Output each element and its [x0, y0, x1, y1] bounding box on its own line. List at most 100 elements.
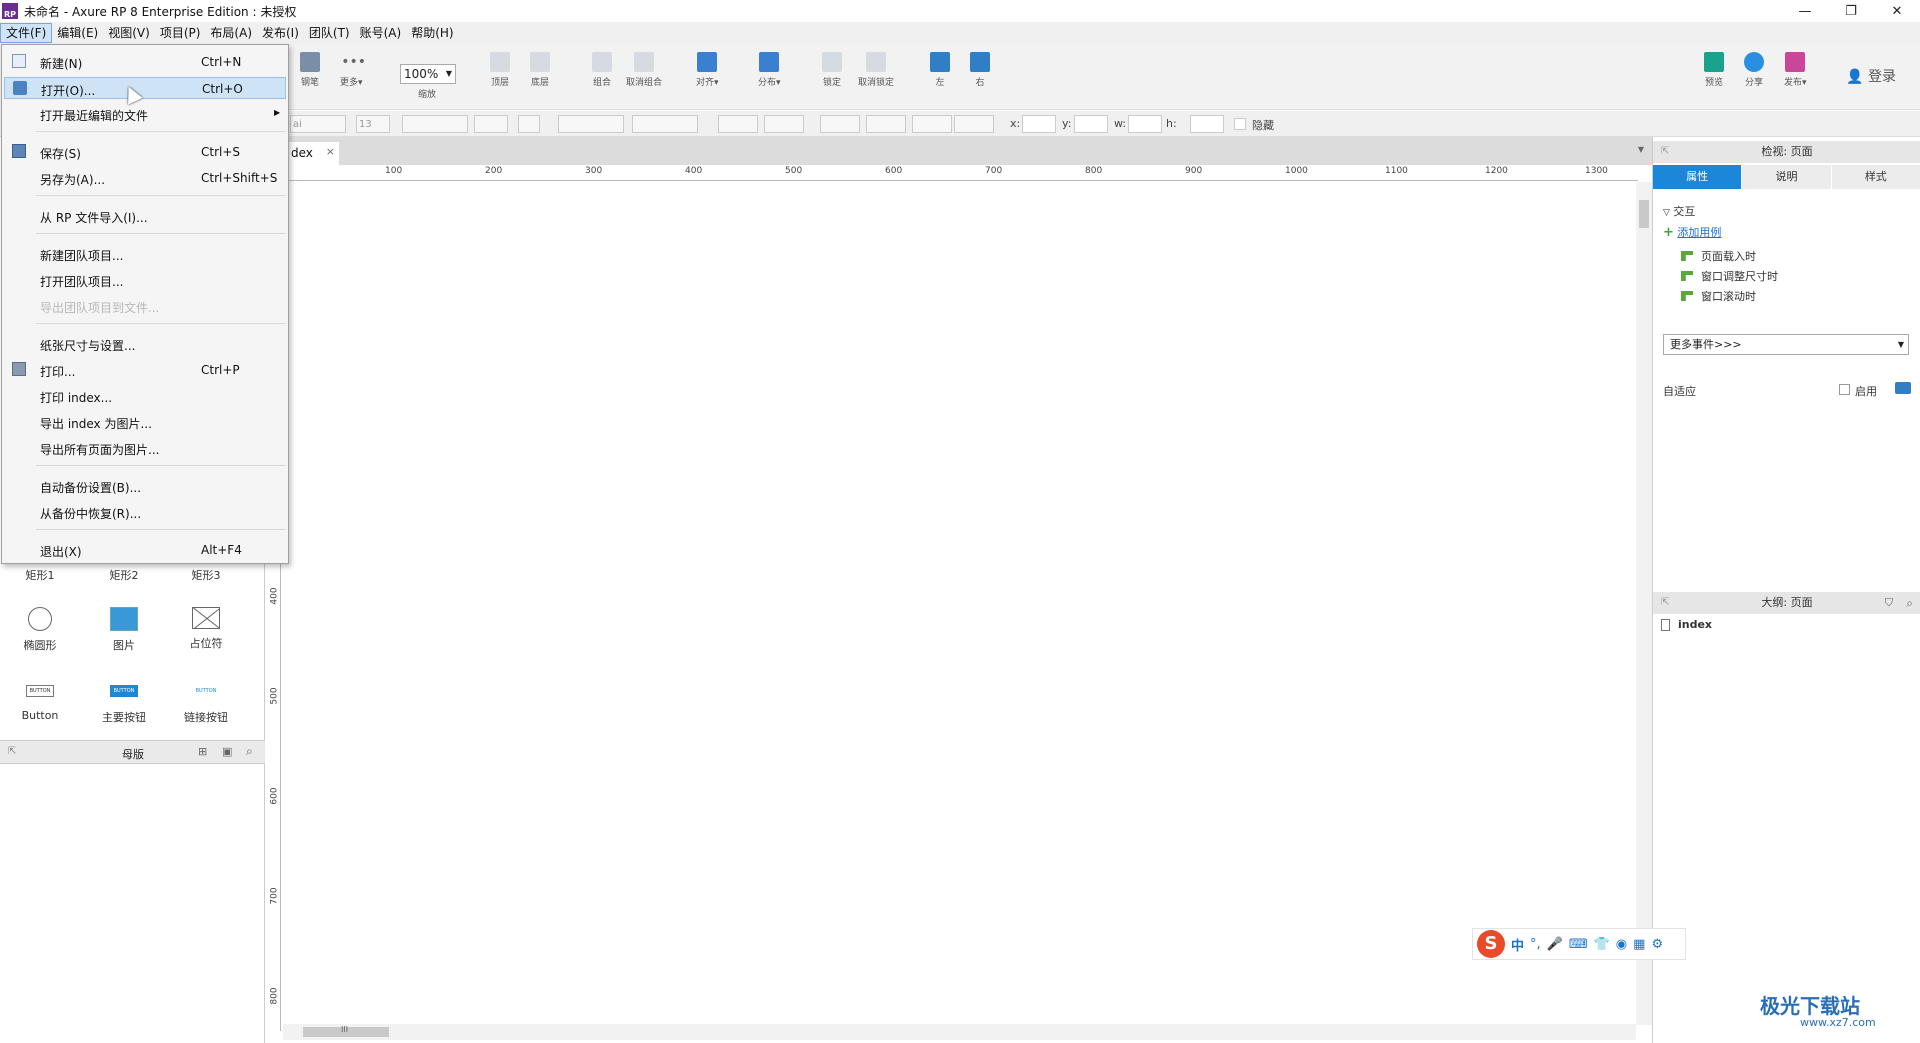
- settings-gear-icon[interactable]: ⚙: [1651, 937, 1663, 952]
- align-button[interactable]: 对齐▾: [696, 52, 719, 88]
- shadow-button[interactable]: [764, 115, 804, 133]
- outline-page-item[interactable]: index: [1661, 618, 1712, 631]
- adaptive-enable-checkbox[interactable]: [1839, 384, 1850, 395]
- x-input[interactable]: [1022, 115, 1056, 133]
- menu-item-print-index[interactable]: 打印 index...: [4, 385, 286, 407]
- menu-item-open[interactable]: 打开(O)... Ctrl+O: [4, 77, 286, 99]
- horizontal-align-buttons[interactable]: [558, 115, 624, 133]
- text-color-button[interactable]: [474, 115, 508, 133]
- menu-team[interactable]: 团队(T): [304, 23, 355, 43]
- event-window-resize[interactable]: 窗口调整尺寸时: [1681, 268, 1778, 284]
- event-window-scroll[interactable]: 窗口滚动时: [1681, 288, 1756, 304]
- tab-index[interactable]: dex ×: [285, 142, 339, 165]
- arrow-style-button[interactable]: [954, 115, 994, 133]
- widget-rect1[interactable]: 矩形1: [0, 567, 80, 583]
- publish-button[interactable]: 发布▾: [1784, 52, 1807, 88]
- collapse-icon[interactable]: ⇱: [8, 746, 16, 757]
- menu-project[interactable]: 项目(P): [155, 23, 206, 43]
- sogou-logo-icon[interactable]: S: [1477, 930, 1505, 958]
- menu-item-export-index-image[interactable]: 导出 index 为图片...: [4, 411, 286, 433]
- distribute-button[interactable]: 分布▾: [758, 52, 781, 88]
- menu-item-import-rp[interactable]: 从 RP 文件导入(I)...: [4, 205, 286, 227]
- w-input[interactable]: [1128, 115, 1162, 133]
- toggle-left-panel-button[interactable]: 左: [930, 52, 950, 88]
- widget-ellipse[interactable]: 椭圆形: [0, 607, 80, 653]
- add-master-icon[interactable]: ⊞: [198, 745, 207, 758]
- tab-list-chevron-icon[interactable]: ▼: [1638, 145, 1644, 154]
- microphone-icon[interactable]: 🎤: [1547, 937, 1563, 952]
- menu-item-new-team-project[interactable]: 新建团队项目...: [4, 243, 286, 265]
- interaction-section-toggle[interactable]: ▽ 交互: [1663, 203, 1695, 219]
- line-color-button[interactable]: [820, 115, 860, 133]
- toggle-right-panel-button[interactable]: 右: [970, 52, 990, 88]
- font-family-select[interactable]: ai: [290, 115, 346, 133]
- tab-close-icon[interactable]: ×: [326, 145, 335, 158]
- bring-front-button[interactable]: 顶层: [490, 52, 510, 88]
- ime-chinese-mode[interactable]: 中: [1511, 935, 1524, 954]
- collapse-icon[interactable]: ⇱: [1661, 592, 1669, 614]
- widget-primary-button[interactable]: BUTTON 主要按钮: [84, 685, 164, 725]
- share-button[interactable]: 分享: [1744, 52, 1764, 88]
- font-size-select[interactable]: 13: [356, 115, 390, 133]
- menu-item-recent[interactable]: 打开最近编辑的文件 ▶: [4, 103, 286, 125]
- design-canvas[interactable]: [283, 182, 1638, 1025]
- ime-punctuation[interactable]: °,: [1530, 937, 1541, 952]
- vertical-scroll-thumb[interactable]: [1639, 200, 1649, 228]
- line-width-button[interactable]: [866, 115, 906, 133]
- skin-icon[interactable]: 👕: [1594, 937, 1610, 952]
- add-case-link[interactable]: + 添加用例: [1663, 224, 1721, 240]
- widget-placeholder[interactable]: 占位符: [166, 607, 246, 651]
- widget-rect2[interactable]: 矩形2: [84, 567, 164, 583]
- widget-image[interactable]: 图片: [84, 607, 164, 653]
- menu-item-page-setup[interactable]: 纸张尺寸与设置...: [4, 333, 286, 355]
- unlock-button[interactable]: 取消锁定: [858, 52, 894, 88]
- more-tools-button[interactable]: ••• 更多▾: [340, 52, 366, 88]
- restore-button[interactable]: ❐: [1828, 0, 1874, 22]
- menu-arrange[interactable]: 布局(A): [205, 23, 257, 43]
- menu-item-save-as[interactable]: 另存为(A)... Ctrl+Shift+S: [4, 167, 286, 189]
- apps-grid-icon[interactable]: ▦: [1633, 937, 1645, 952]
- send-back-button[interactable]: 底层: [530, 52, 550, 88]
- hidden-checkbox[interactable]: [1234, 118, 1246, 130]
- minimize-button[interactable]: —: [1782, 0, 1828, 22]
- menu-item-export-all-images[interactable]: 导出所有页面为图片...: [4, 437, 286, 459]
- menu-item-new[interactable]: 新建(N) Ctrl+N: [4, 51, 286, 73]
- collapse-icon[interactable]: ⇱: [1661, 141, 1669, 163]
- bullet-button[interactable]: [518, 115, 540, 133]
- h-input[interactable]: [1190, 115, 1224, 133]
- menu-publish[interactable]: 发布(I): [257, 23, 304, 43]
- widget-rect3[interactable]: 矩形3: [166, 567, 246, 583]
- tab-style[interactable]: 样式: [1831, 165, 1920, 189]
- menu-help[interactable]: 帮助(H): [406, 23, 458, 43]
- y-input[interactable]: [1074, 115, 1108, 133]
- line-style-button[interactable]: [912, 115, 952, 133]
- menu-view[interactable]: 视图(V): [103, 23, 155, 43]
- login-button[interactable]: 👤 登录: [1846, 66, 1896, 86]
- ungroup-button[interactable]: 取消组合: [626, 52, 662, 88]
- menu-item-restore-backup[interactable]: 从备份中恢复(R)...: [4, 501, 286, 523]
- horizontal-scrollbar[interactable]: III: [283, 1024, 1636, 1040]
- menu-item-save[interactable]: 保存(S) Ctrl+S: [4, 141, 286, 163]
- font-style-buttons[interactable]: [402, 115, 468, 133]
- menu-item-backup-settings[interactable]: 自动备份设置(B)...: [4, 475, 286, 497]
- adaptive-settings-icon[interactable]: [1895, 382, 1911, 394]
- search-icon[interactable]: ⌕: [1906, 592, 1913, 614]
- widget-button[interactable]: BUTTON Button: [0, 685, 80, 722]
- vertical-align-buttons[interactable]: [632, 115, 698, 133]
- menu-item-exit[interactable]: 退出(X) Alt+F4: [4, 539, 286, 561]
- search-icon[interactable]: ⌕: [246, 744, 253, 759]
- menu-item-open-team-project[interactable]: 打开团队项目...: [4, 269, 286, 291]
- add-folder-icon[interactable]: ▣: [222, 745, 232, 758]
- pen-tool-button[interactable]: 钢笔: [300, 52, 320, 88]
- lock-button[interactable]: 锁定: [822, 52, 842, 88]
- more-events-select[interactable]: 更多事件>>> ▼: [1663, 334, 1909, 355]
- menu-file[interactable]: 文件(F): [0, 23, 53, 43]
- widget-link-button[interactable]: BUTTON 链接按钮: [166, 685, 246, 725]
- menu-edit[interactable]: 编辑(E): [52, 23, 103, 43]
- preview-button[interactable]: 预览: [1704, 52, 1724, 88]
- horizontal-scroll-thumb[interactable]: III: [303, 1025, 389, 1037]
- tab-properties[interactable]: 属性: [1653, 165, 1743, 189]
- filter-icon[interactable]: ⛉: [1885, 592, 1893, 614]
- menu-account[interactable]: 账号(A): [355, 23, 407, 43]
- zoom-select[interactable]: 100% ▼: [400, 64, 456, 84]
